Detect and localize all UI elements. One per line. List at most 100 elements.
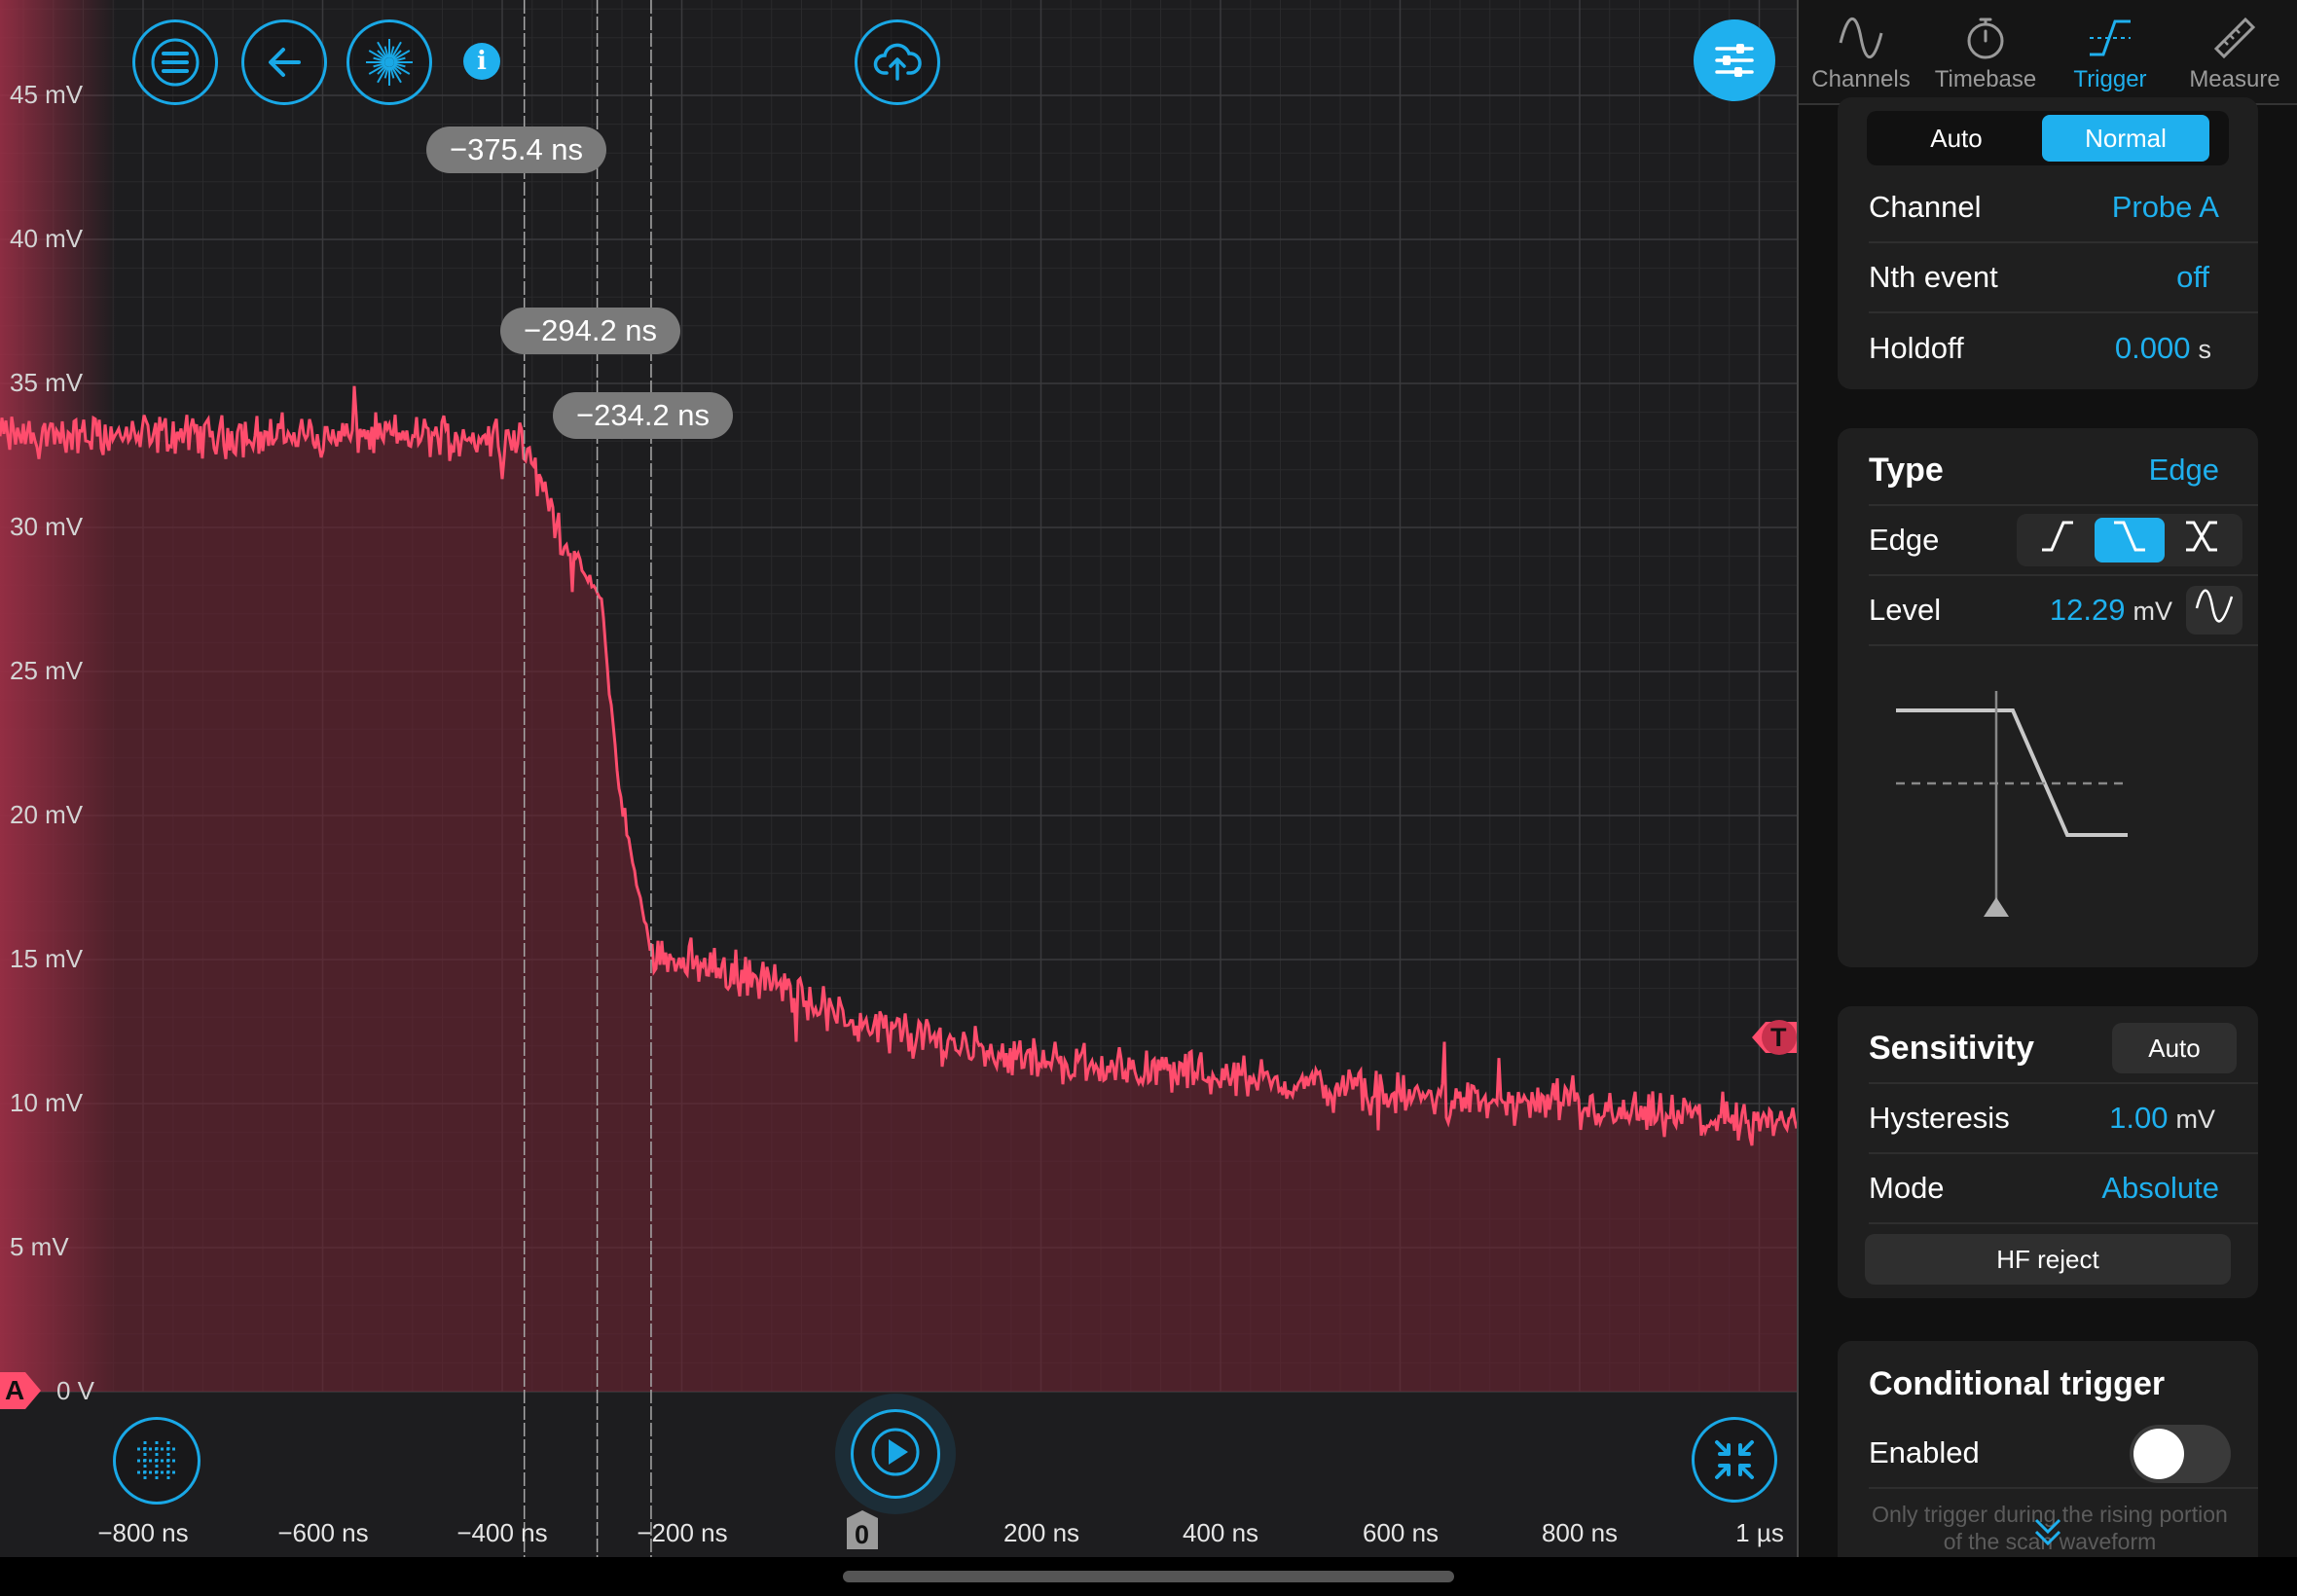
y-tick-label: 0 V (56, 1376, 95, 1405)
y-tick-label: 25 mV (10, 656, 84, 685)
trigger-marker-label: T (1770, 1023, 1787, 1052)
run-stop-button[interactable] (835, 1394, 956, 1514)
holdoff-number: 0.000 (2114, 331, 2191, 365)
trigger-settings-panel: Channels Timebase Trigger Measure Auto N… (1799, 0, 2297, 1557)
y-tick-label: 15 mV (10, 944, 84, 973)
cursor-2-readout[interactable]: −294.2 ns (500, 308, 681, 354)
nth-event-label: Nth event (1869, 260, 1998, 294)
settings-tabs: Channels Timebase Trigger Measure (1799, 0, 2297, 105)
info-button[interactable]: i (463, 43, 500, 80)
stopwatch-icon (1961, 10, 2010, 66)
cursor-1-readout[interactable]: −375.4 ns (426, 127, 607, 173)
edge-either-option[interactable] (2165, 518, 2239, 562)
hysteresis-row[interactable]: Hysteresis 1.00 mV (1869, 1084, 2258, 1154)
mode-value[interactable]: Absolute (2101, 1171, 2219, 1206)
back-button[interactable] (241, 19, 327, 105)
trigger-mode-card: Auto Normal Channel Probe A Nth event of… (1838, 97, 2258, 389)
x-tick-label: −400 ns (456, 1518, 548, 1547)
x-tick-label: 1 µs (1735, 1518, 1784, 1547)
type-value[interactable]: Edge (2149, 453, 2219, 488)
level-value[interactable]: 12.29 mV (2050, 593, 2172, 628)
hysteresis-label: Hysteresis (1869, 1101, 2010, 1135)
y-tick-label: 30 mV (10, 512, 84, 541)
x-tick-label: −600 ns (277, 1518, 369, 1547)
y-tick-label: 10 mV (10, 1088, 84, 1117)
type-label: Type (1869, 451, 1944, 489)
sensitivity-label: Sensitivity (1869, 1029, 2035, 1067)
holdoff-value[interactable]: 0.000 s (2115, 331, 2211, 366)
sensitivity-card: Sensitivity Auto Hysteresis 1.00 mV Mode … (1838, 1006, 2258, 1298)
y-tick-label: 35 mV (10, 368, 84, 397)
conditional-trigger-title: Conditional trigger (1869, 1364, 2166, 1402)
mode-label: Mode (1869, 1171, 1945, 1205)
type-row[interactable]: Type Edge (1869, 436, 2258, 506)
holdoff-unit: s (2198, 335, 2212, 364)
level-number: 12.29 (2049, 593, 2126, 627)
nth-event-row[interactable]: Nth event off (1869, 243, 2258, 313)
auto-setup-button[interactable] (346, 19, 432, 105)
cloud-upload-button[interactable] (855, 19, 940, 105)
channel-label: Channel (1869, 190, 1982, 224)
nth-event-value[interactable]: off (2176, 260, 2209, 295)
hysteresis-value[interactable]: 1.00 mV (2109, 1101, 2215, 1136)
left-edge-shade (0, 0, 117, 1392)
channel-row[interactable]: Channel Probe A (1869, 173, 2258, 243)
scroll-more-chevron[interactable] (2028, 1512, 2067, 1551)
cloud-upload-icon (871, 36, 924, 89)
holdoff-label: Holdoff (1869, 331, 1964, 365)
mode-row[interactable]: Mode Absolute (1869, 1154, 2258, 1224)
trigger-edge-icon (2086, 10, 2134, 66)
hysteresis-number: 1.00 (2109, 1101, 2169, 1135)
burst-icon (362, 35, 417, 90)
sensitivity-auto-button[interactable]: Auto (2112, 1023, 2237, 1073)
grid-icon (128, 1432, 186, 1490)
tab-channels[interactable]: Channels (1799, 0, 1923, 103)
y-tick-label: 40 mV (10, 224, 84, 253)
mode-auto-option[interactable]: Auto (1871, 115, 2042, 162)
mode-normal-option[interactable]: Normal (2042, 115, 2209, 162)
collapse-icon (1709, 1434, 1760, 1485)
edge-row: Edge (1869, 506, 2258, 576)
x-tick-label: −200 ns (637, 1518, 728, 1547)
settings-toggle-button[interactable] (1694, 19, 1775, 101)
tab-label: Measure (2189, 66, 2280, 92)
hf-reject-button[interactable]: HF reject (1865, 1234, 2231, 1285)
edge-rising-option[interactable] (2021, 518, 2095, 562)
time-zero-marker[interactable]: 0 (843, 1510, 882, 1557)
level-waveform-button[interactable] (2186, 586, 2242, 635)
sensitivity-row: Sensitivity Auto (1869, 1014, 2258, 1084)
channel-value[interactable]: Probe A (2112, 190, 2219, 225)
x-tick-label: 600 ns (1362, 1518, 1440, 1547)
level-row[interactable]: Level 12.29 mV (1869, 576, 2258, 646)
tab-timebase[interactable]: Timebase (1923, 0, 2048, 103)
y-tick-label: 20 mV (10, 800, 84, 829)
x-tick-label: −800 ns (97, 1518, 189, 1547)
settings-sliders-icon (1709, 35, 1760, 86)
level-label: Level (1869, 593, 1942, 627)
menu-button[interactable] (132, 19, 218, 105)
trace-fill (0, 385, 1797, 1393)
cursor-3-readout[interactable]: −234.2 ns (553, 392, 734, 439)
info-icon: i (477, 47, 487, 76)
tab-measure[interactable]: Measure (2172, 0, 2297, 103)
tab-label: Trigger (2073, 66, 2147, 92)
either-edge-icon (2182, 517, 2221, 563)
x-tick-label: 400 ns (1182, 1518, 1259, 1547)
holdoff-row[interactable]: Holdoff 0.000 s (1869, 313, 2258, 383)
tab-trigger[interactable]: Trigger (2048, 0, 2172, 103)
trigger-level-marker[interactable]: T (1752, 1018, 1797, 1057)
channel-a-marker[interactable]: A (0, 1372, 41, 1409)
sine-icon (1837, 10, 1885, 66)
rising-edge-icon (2038, 517, 2077, 563)
scope-plot (0, 0, 1797, 1557)
toggle-knob (2133, 1429, 2184, 1479)
tab-label: Timebase (1934, 66, 2037, 92)
edge-falling-option[interactable] (2095, 518, 2165, 562)
back-arrow-icon (260, 38, 309, 87)
grid-button[interactable] (113, 1417, 201, 1505)
home-indicator[interactable] (843, 1571, 1454, 1582)
collapse-view-button[interactable] (1692, 1417, 1777, 1503)
enabled-toggle[interactable] (2130, 1425, 2231, 1483)
scope-display[interactable]: 45 mV 40 mV 35 mV 30 mV 25 mV 20 mV 15 m… (0, 0, 1797, 1557)
conditional-title-row: Conditional trigger (1869, 1349, 2258, 1419)
